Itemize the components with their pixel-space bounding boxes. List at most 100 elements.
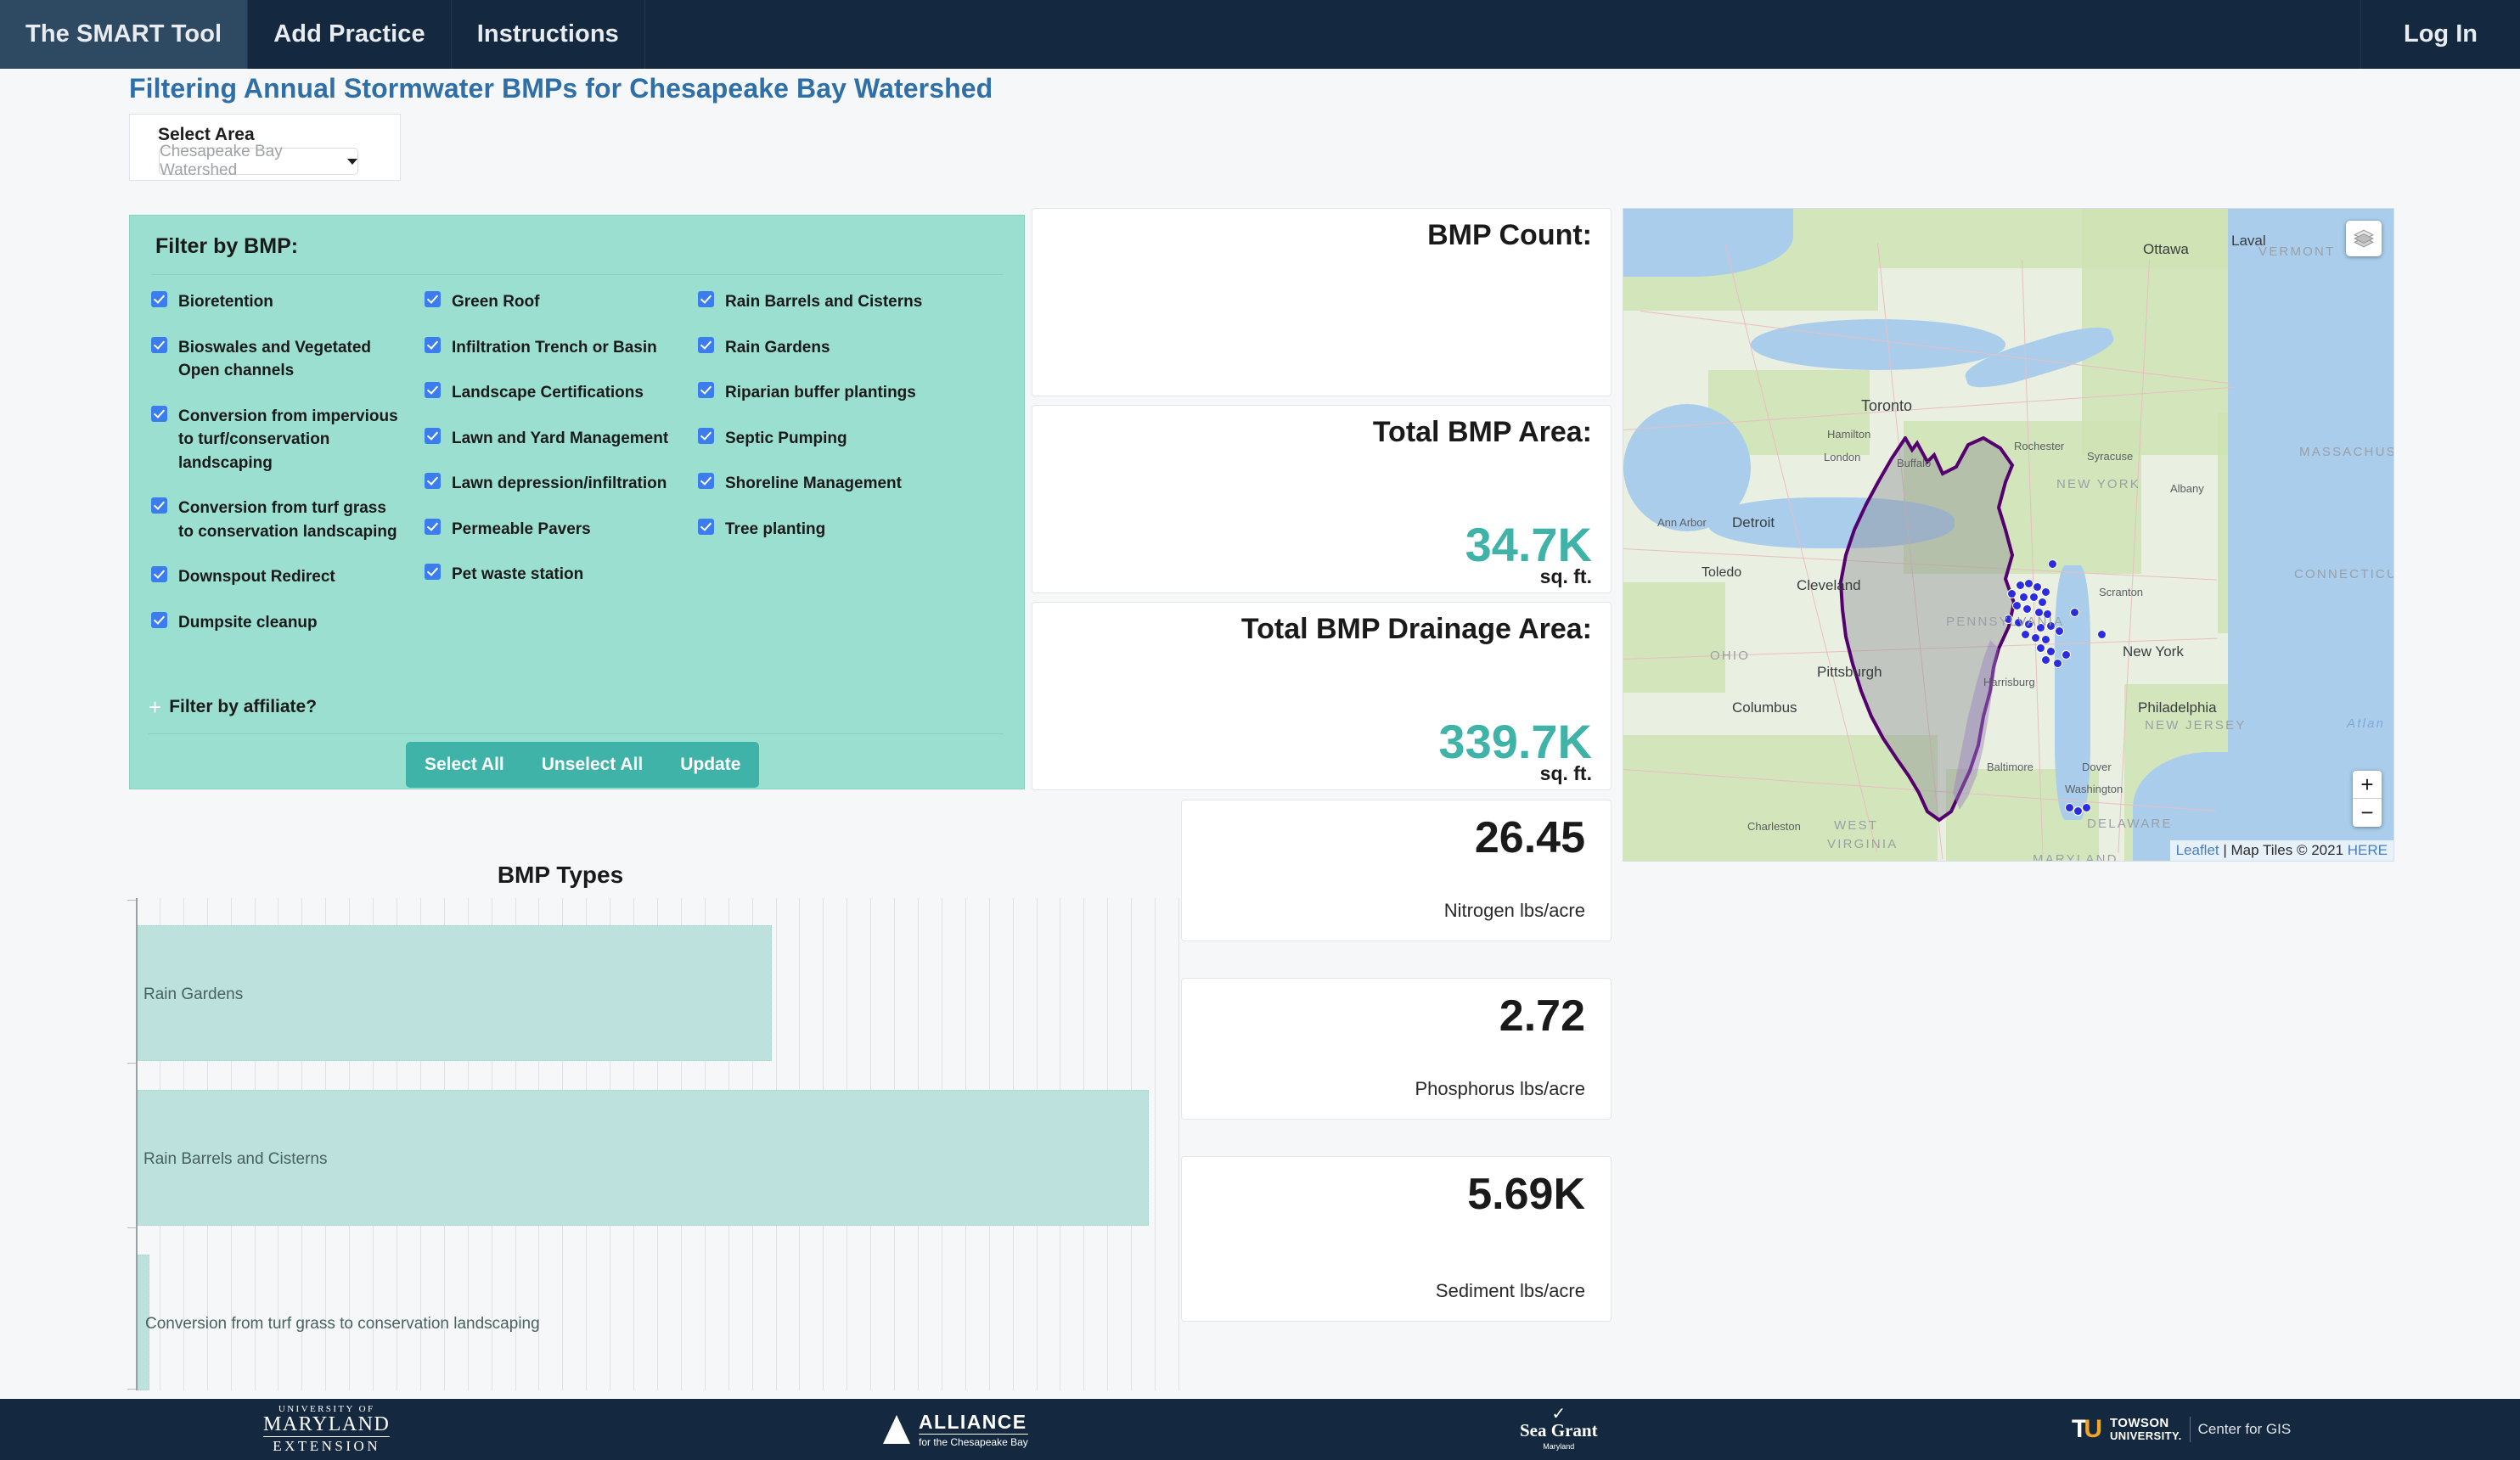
bmp-marker[interactable]: [2036, 643, 2045, 653]
checkbox-checked-icon[interactable]: [698, 382, 714, 399]
bmp-checkbox-item[interactable]: Conversion from turf grass to conservati…: [151, 497, 425, 543]
bmp-marker[interactable]: [2041, 655, 2050, 665]
logo-towson-center-for-gis: TU TOWSON UNIVERSITY. Center for GIS: [2072, 1399, 2291, 1460]
here-link[interactable]: HERE: [2348, 842, 2388, 858]
checkbox-checked-icon[interactable]: [425, 291, 441, 307]
bmp-marker[interactable]: [2046, 647, 2056, 656]
bmp-checkbox-item[interactable]: Riparian buffer plantings: [698, 381, 1003, 405]
map-state-label: MARYLAND: [2033, 852, 2118, 862]
bmp-checkbox-item[interactable]: Conversion from impervious to turf/conse…: [151, 405, 425, 475]
update-button[interactable]: Update: [661, 755, 759, 775]
logo-alliance-chesapeake-bay: ALLIANCE for the Chesapeake Bay: [883, 1399, 1028, 1460]
zoom-in-button[interactable]: +: [2353, 771, 2382, 799]
map-layers-button[interactable]: [2346, 221, 2382, 256]
bmp-marker[interactable]: [2041, 635, 2050, 644]
area-select-dropdown[interactable]: Chesapeake Bay Watershed: [159, 143, 358, 179]
checkbox-checked-icon[interactable]: [698, 518, 714, 535]
bmp-marker[interactable]: [2062, 650, 2071, 660]
bmp-checkbox-item[interactable]: Bioswales and Vegetated Open channels: [151, 336, 425, 383]
checkbox-checked-icon[interactable]: [151, 497, 167, 514]
bmp-marker[interactable]: [2041, 587, 2050, 597]
checkbox-checked-icon[interactable]: [151, 566, 167, 583]
map-city-label: Rochester: [2014, 440, 2065, 452]
map-state-label: OHIO: [1710, 649, 1751, 663]
bmp-checkbox-item[interactable]: Lawn depression/infiltration: [425, 472, 698, 496]
checkbox-checked-icon[interactable]: [698, 473, 714, 490]
bmp-checkbox-item[interactable]: Permeable Pavers: [425, 518, 698, 542]
chart-bar[interactable]: Rain Barrels and Cisterns: [138, 1090, 1150, 1226]
login-button[interactable]: Log In: [2361, 0, 2520, 69]
nav-tab-instructions[interactable]: Instructions: [452, 0, 645, 69]
bmp-marker[interactable]: [2053, 659, 2062, 668]
checkbox-checked-icon[interactable]: [425, 473, 441, 490]
bmp-checkbox-item[interactable]: Rain Gardens: [698, 336, 1003, 360]
chevron-down-icon: [347, 158, 357, 165]
attribution-separator: |: [2219, 842, 2231, 858]
chart-bar-label: Rain Barrels and Cisterns: [143, 1150, 328, 1168]
checkbox-checked-icon[interactable]: [151, 291, 167, 307]
checkbox-checked-icon[interactable]: [151, 336, 167, 353]
total-bmp-drainage-title: Total BMP Drainage Area:: [1240, 613, 1592, 645]
chart-title: BMP Types: [497, 862, 624, 888]
bmp-marker[interactable]: [2097, 630, 2107, 639]
checkbox-checked-icon[interactable]: [151, 611, 167, 628]
nav-tab-add-practice[interactable]: Add Practice: [248, 0, 452, 69]
nav-tab-smart-tool[interactable]: The SMART Tool: [0, 0, 249, 69]
divider: [2189, 1417, 2191, 1442]
bmp-checkbox-label: Rain Gardens: [725, 338, 830, 357]
map-city-label: Detroit: [1732, 514, 1775, 531]
towson-tu-mark-icon: TU: [2072, 1415, 2102, 1443]
zoom-out-button[interactable]: −: [2353, 799, 2382, 827]
map-zoom-controls: + −: [2353, 771, 2382, 827]
bmp-marker[interactable]: [2021, 630, 2030, 639]
divider: [149, 733, 1004, 734]
bmp-checkbox-item[interactable]: Bioretention: [151, 290, 425, 314]
bmp-column-3: Rain Barrels and Cisterns Rain Gardens R…: [698, 290, 1003, 656]
filter-by-affiliate-toggle[interactable]: + Filter by affiliate?: [149, 696, 317, 718]
towson-line-2: UNIVERSITY.: [2110, 1429, 2182, 1443]
bmp-marker[interactable]: [2038, 598, 2047, 607]
bmp-marker[interactable]: [2070, 608, 2079, 617]
watershed-map[interactable]: Ottawa Laval Toronto Hamilton London Buf…: [1623, 208, 2394, 862]
checkbox-checked-icon[interactable]: [425, 382, 441, 399]
checkbox-checked-icon[interactable]: [425, 336, 441, 353]
bmp-column-1: Bioretention Bioswales and Vegetated Ope…: [151, 290, 425, 656]
checkbox-checked-icon[interactable]: [425, 564, 441, 581]
bmp-checkbox-item[interactable]: Downspout Redirect: [151, 565, 425, 589]
leaflet-link[interactable]: Leaflet: [2176, 842, 2219, 858]
nitrogen-metric-card: 26.45 Nitrogen lbs/acre: [1181, 800, 1612, 941]
map-state-label: NEW YORK: [2056, 477, 2141, 491]
bmp-checkbox-item[interactable]: Lawn and Yard Management: [425, 427, 698, 451]
checkbox-checked-icon[interactable]: [698, 291, 714, 307]
checkbox-checked-icon[interactable]: [151, 405, 167, 422]
chart-bar[interactable]: Conversion from turf grass to conservati…: [138, 1255, 540, 1390]
bmp-checkbox-label: Rain Barrels and Cisterns: [725, 293, 923, 311]
bmp-marker[interactable]: [2048, 559, 2057, 569]
bmp-marker[interactable]: [2031, 633, 2040, 643]
checkbox-checked-icon[interactable]: [425, 518, 441, 535]
bmp-checkbox-label: Downspout Redirect: [178, 568, 335, 587]
bmp-checkbox-item[interactable]: Shoreline Management: [698, 472, 1003, 496]
bmp-checkbox-item[interactable]: Dumpsite cleanup: [151, 611, 425, 635]
bmp-marker[interactable]: [2082, 803, 2091, 812]
sediment-value: 5.69K: [1467, 1170, 1585, 1219]
bmp-checkbox-item[interactable]: Septic Pumping: [698, 427, 1003, 451]
select-all-button[interactable]: Select All: [406, 755, 523, 775]
bmp-checkbox-item[interactable]: Tree planting: [698, 518, 1003, 542]
unselect-all-button[interactable]: Unselect All: [523, 755, 661, 775]
checkbox-checked-icon[interactable]: [698, 427, 714, 444]
checkbox-checked-icon[interactable]: [425, 427, 441, 444]
bmp-checkbox-item[interactable]: Rain Barrels and Cisterns: [698, 290, 1003, 314]
bmp-checkbox-item[interactable]: Landscape Certifications: [425, 381, 698, 405]
bmp-checkbox-item[interactable]: Infiltration Trench or Basin: [425, 336, 698, 360]
bmp-marker[interactable]: [2012, 601, 2022, 610]
checkbox-checked-icon[interactable]: [698, 336, 714, 353]
bmp-checkbox-item[interactable]: Green Roof: [425, 290, 698, 314]
bmp-checkbox-item[interactable]: Pet waste station: [425, 563, 698, 587]
bmp-marker[interactable]: [2019, 592, 2028, 602]
phosphorus-value: 2.72: [1499, 991, 1585, 1041]
bmp-marker[interactable]: [2022, 604, 2032, 614]
chart-bar-label: Conversion from turf grass to conservati…: [145, 1315, 540, 1333]
chart-bar[interactable]: Rain Gardens: [138, 925, 772, 1061]
bmp-marker[interactable]: [2007, 589, 2017, 598]
